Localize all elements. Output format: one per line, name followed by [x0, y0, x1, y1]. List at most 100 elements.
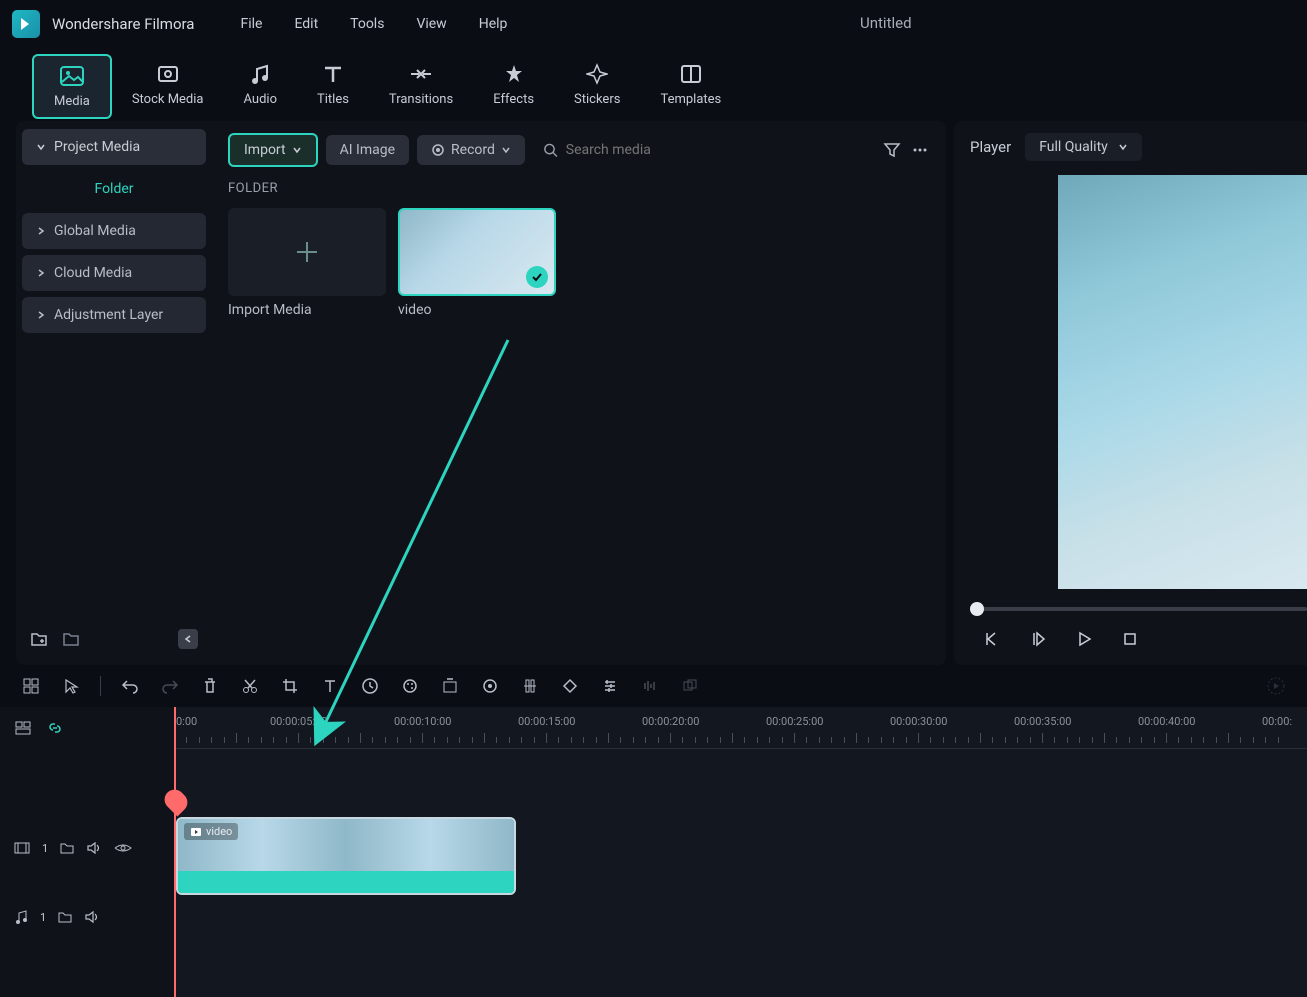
quality-select[interactable]: Full Quality — [1025, 133, 1142, 161]
tab-transitions[interactable]: Transitions — [369, 54, 473, 119]
record-label: Record — [451, 142, 495, 158]
tab-stickers[interactable]: Stickers — [554, 54, 640, 119]
menu-view[interactable]: View — [402, 10, 460, 38]
ruler-tick: 00:00:15:00 — [518, 715, 575, 728]
transitions-icon — [409, 62, 433, 86]
templates-icon — [679, 62, 703, 86]
playhead[interactable] — [174, 707, 176, 997]
marker-tool[interactable] — [519, 675, 541, 697]
color-tool[interactable] — [399, 675, 421, 697]
tab-audio[interactable]: Audio — [224, 54, 297, 119]
more-icon[interactable] — [910, 140, 930, 160]
render-preview-button[interactable] — [1265, 675, 1287, 697]
audio-track-header[interactable]: 1 — [0, 887, 174, 947]
tab-label: Templates — [660, 92, 721, 107]
tab-effects[interactable]: Effects — [473, 54, 554, 119]
visibility-icon[interactable] — [114, 842, 132, 854]
timeline-ruler[interactable]: 0:00 00:00:05:00 00:00:10:00 00:00:15:00… — [174, 707, 1307, 749]
ruler-tick: 0:00 — [176, 715, 197, 728]
mute-icon[interactable] — [86, 841, 102, 855]
image-icon — [60, 64, 84, 88]
stickers-icon — [585, 62, 609, 86]
sidebar-item-adjustment-layer[interactable]: Adjustment Layer — [22, 297, 206, 333]
timeline: 1 1 0:00 00:00:05:00 00:00:10:00 00:00:1… — [0, 707, 1307, 997]
sidebar-item-global-media[interactable]: Global Media — [22, 213, 206, 249]
cut-tool[interactable] — [239, 675, 261, 697]
play-button[interactable] — [1070, 625, 1098, 653]
track-options-icon[interactable] — [14, 719, 32, 737]
tab-label: Transitions — [389, 92, 453, 107]
ruler-tick: 00:00:40:00 — [1138, 715, 1195, 728]
motion-tool[interactable] — [559, 675, 581, 697]
grid-tool[interactable] — [20, 675, 42, 697]
play-icon — [190, 827, 202, 837]
render-tool[interactable] — [679, 675, 701, 697]
audio-track-icon — [14, 909, 28, 925]
collapse-sidebar-button[interactable] — [178, 629, 198, 649]
timeline-tracks-area[interactable]: 0:00 00:00:05:00 00:00:10:00 00:00:15:00… — [174, 707, 1307, 997]
folder-button[interactable]: Folder — [22, 171, 206, 207]
folder-icon[interactable] — [58, 911, 72, 923]
tab-label: Stock Media — [132, 92, 204, 107]
scrub-bar[interactable] — [970, 607, 1307, 611]
mask-tool[interactable] — [439, 675, 461, 697]
import-media-card[interactable]: Import Media — [228, 208, 386, 318]
timeline-track-headers: 1 1 — [0, 707, 174, 997]
adjust-tool[interactable] — [599, 675, 621, 697]
filter-icon[interactable] — [882, 140, 902, 160]
folder-label: Folder — [94, 181, 133, 197]
search-box[interactable] — [533, 135, 874, 165]
menu-help[interactable]: Help — [465, 10, 522, 38]
delete-button[interactable] — [199, 675, 221, 697]
step-button[interactable] — [1024, 625, 1052, 653]
tab-media[interactable]: Media — [32, 54, 112, 119]
undo-button[interactable] — [119, 675, 141, 697]
mute-icon[interactable] — [84, 910, 100, 924]
keyframe-tool[interactable] — [479, 675, 501, 697]
folder-section-label: FOLDER — [228, 181, 930, 196]
ruler-tick: 00:00:35:00 — [1014, 715, 1071, 728]
project-media-label: Project Media — [54, 139, 140, 155]
menu-edit[interactable]: Edit — [280, 10, 332, 38]
folder-icon[interactable] — [60, 842, 74, 854]
stop-button[interactable] — [1116, 625, 1144, 653]
video-media-card[interactable]: video — [398, 208, 556, 318]
video-thumb[interactable] — [398, 208, 556, 296]
chevron-down-icon — [36, 142, 46, 152]
tab-stock-media[interactable]: Stock Media — [112, 54, 224, 119]
menu-tools[interactable]: Tools — [336, 10, 398, 38]
video-preview[interactable] — [1058, 175, 1307, 589]
sidebar: Project Media Folder Global Media Cloud … — [16, 121, 212, 665]
import-button[interactable]: Import — [228, 133, 318, 167]
new-folder-icon[interactable] — [30, 631, 48, 647]
search-input[interactable] — [566, 142, 864, 158]
speed-tool[interactable] — [359, 675, 381, 697]
scrub-handle[interactable] — [970, 602, 984, 616]
menu-file[interactable]: File — [226, 10, 276, 38]
chevron-right-icon — [36, 310, 46, 320]
ruler-tick: 00:00: — [1262, 715, 1292, 728]
link-icon[interactable] — [46, 719, 64, 737]
tab-titles[interactable]: Titles — [297, 54, 369, 119]
video-track-number: 1 — [42, 842, 48, 855]
audio-tool[interactable] — [639, 675, 661, 697]
import-media-thumb[interactable] — [228, 208, 386, 296]
tab-templates[interactable]: Templates — [640, 54, 741, 119]
project-media-button[interactable]: Project Media — [22, 129, 206, 165]
video-clip[interactable]: video — [176, 817, 516, 895]
record-icon — [431, 143, 445, 157]
prev-frame-button[interactable] — [978, 625, 1006, 653]
sidebar-item-cloud-media[interactable]: Cloud Media — [22, 255, 206, 291]
record-button[interactable]: Record — [417, 135, 525, 165]
text-tool[interactable] — [319, 675, 341, 697]
titles-icon — [321, 62, 345, 86]
redo-button[interactable] — [159, 675, 181, 697]
chevron-down-icon — [292, 146, 302, 154]
folder-icon[interactable] — [62, 631, 80, 647]
crop-tool[interactable] — [279, 675, 301, 697]
ai-image-button[interactable]: AI Image — [326, 135, 409, 165]
cursor-tool[interactable] — [60, 675, 82, 697]
video-track-header[interactable]: 1 — [0, 809, 174, 887]
chevron-left-icon — [184, 634, 192, 644]
sidebar-item-label: Global Media — [54, 223, 136, 239]
